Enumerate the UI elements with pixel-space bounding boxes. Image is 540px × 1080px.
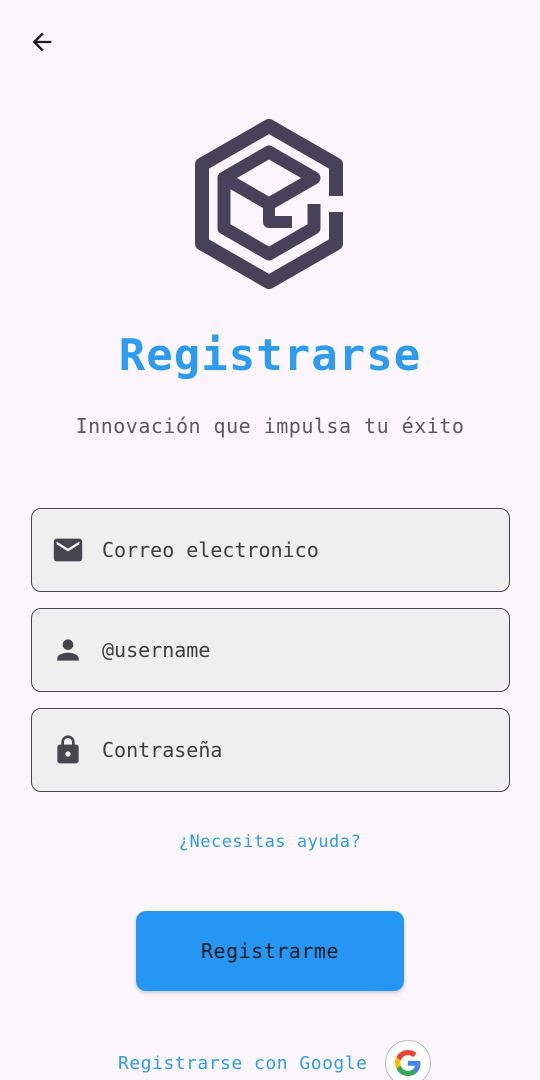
email-field[interactable] (31, 508, 510, 592)
help-link[interactable]: ¿Necesitas ayuda? (0, 832, 540, 852)
email-input[interactable] (102, 530, 509, 570)
person-icon (50, 632, 86, 668)
hexagon-cube-logo (195, 119, 346, 289)
password-input[interactable] (102, 730, 509, 770)
google-icon (395, 1050, 421, 1076)
lock-icon (50, 732, 86, 768)
password-field[interactable] (31, 708, 510, 792)
username-field[interactable] (31, 608, 510, 692)
arrow-left-icon (32, 32, 52, 52)
mail-icon (50, 532, 86, 568)
page-subtitle: Innovación que impulsa tu éxito (75, 414, 465, 438)
username-input[interactable] (102, 630, 509, 670)
google-signin-row: Registrarse con Google (118, 1040, 432, 1080)
back-button[interactable] (22, 22, 62, 62)
register-screen: Registrarse Innovación que impulsa tu éx… (0, 0, 540, 1080)
page-title: Registrarse (118, 330, 422, 381)
google-signin-link[interactable]: Registrarse con Google (118, 1053, 367, 1074)
google-signin-button[interactable] (385, 1040, 432, 1080)
register-button[interactable]: Registrarme (136, 911, 404, 991)
